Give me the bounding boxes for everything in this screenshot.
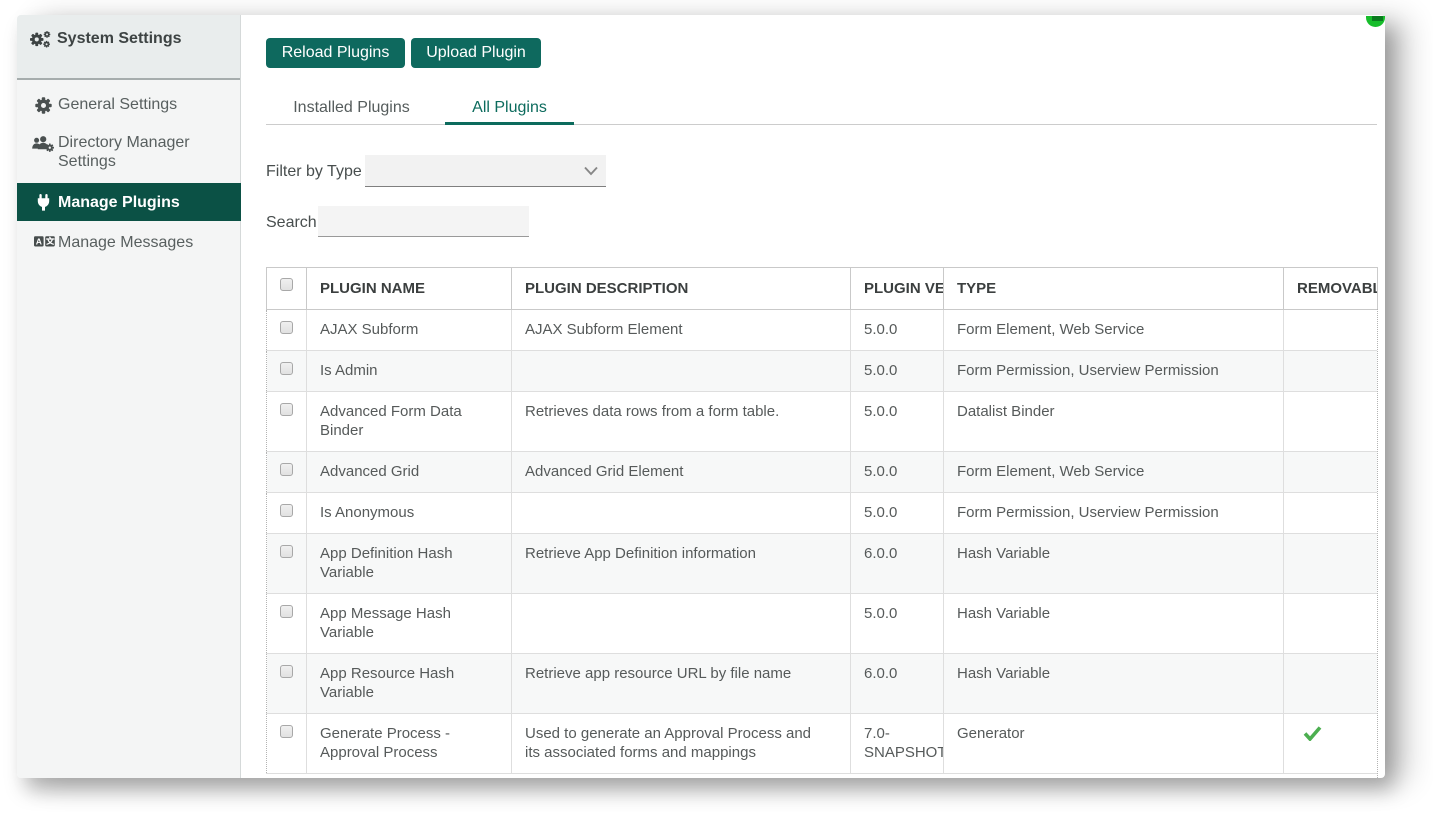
svg-text:A: A: [36, 237, 42, 247]
